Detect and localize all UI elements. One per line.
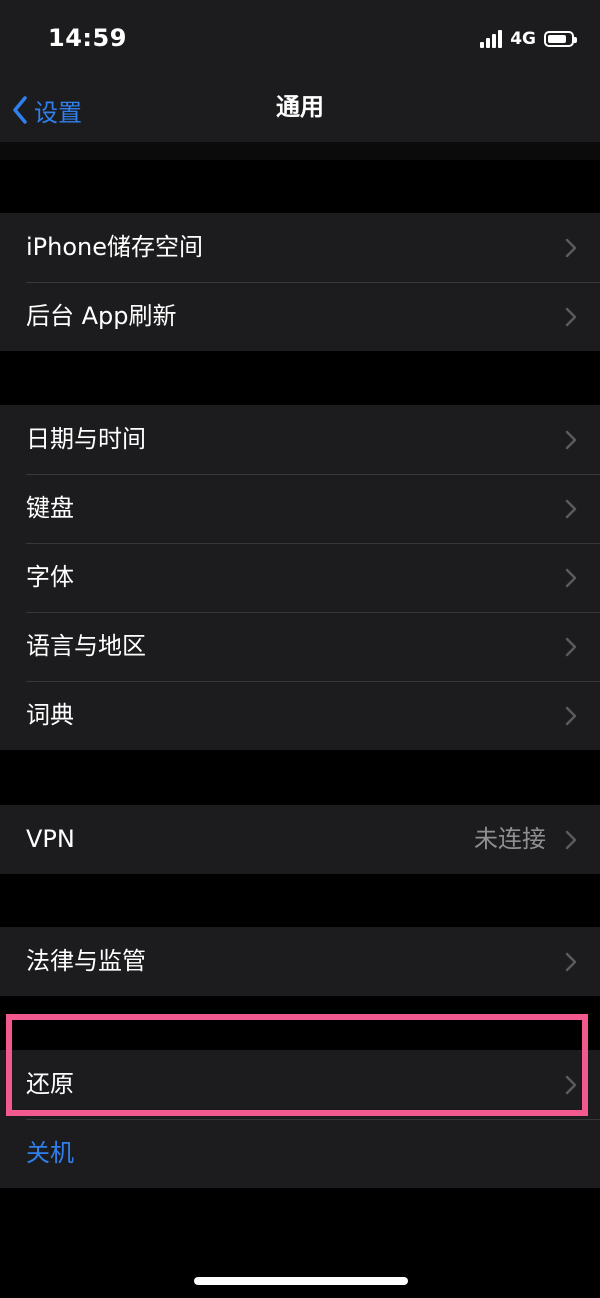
row-keyboard[interactable]: 键盘: [0, 474, 600, 543]
row-iphone-storage[interactable]: iPhone储存空间: [0, 213, 600, 282]
row-fonts[interactable]: 字体: [0, 543, 600, 612]
row-language-region[interactable]: 语言与地区: [0, 612, 600, 681]
status-time: 14:59: [48, 24, 127, 52]
signal-icon: [480, 30, 503, 48]
chevron-right-icon: [565, 430, 577, 450]
chevron-right-icon: [565, 499, 577, 519]
row-label: 还原: [26, 1070, 74, 1098]
nav-divider: [0, 142, 600, 160]
chevron-right-icon: [565, 952, 577, 972]
chevron-right-icon: [565, 706, 577, 726]
chevron-right-icon: [565, 1075, 577, 1095]
chevron-right-icon: [565, 637, 577, 657]
row-label: VPN: [26, 825, 75, 853]
settings-group-vpn: VPN 未连接: [0, 805, 600, 874]
row-label: 键盘: [26, 494, 74, 522]
home-indicator[interactable]: [194, 1277, 408, 1285]
chevron-right-icon: [565, 568, 577, 588]
chevron-right-icon: [565, 830, 577, 850]
settings-group-legal: 法律与监管: [0, 927, 600, 996]
row-label: 语言与地区: [26, 632, 146, 660]
row-shut-down[interactable]: 关机: [0, 1119, 600, 1188]
chevron-right-icon: [565, 238, 577, 258]
navigation-bar: 设置 通用: [0, 78, 600, 142]
row-label: 法律与监管: [26, 947, 146, 975]
status-bar: 14:59 4G: [0, 0, 600, 78]
row-background-app-refresh[interactable]: 后台 App刷新: [0, 282, 600, 351]
network-type: 4G: [510, 29, 536, 49]
battery-icon: [544, 31, 577, 47]
row-label: 日期与时间: [26, 425, 146, 453]
row-reset[interactable]: 还原: [0, 1050, 600, 1119]
settings-group-storage: iPhone储存空间 后台 App刷新: [0, 213, 600, 351]
row-dictionary[interactable]: 词典: [0, 681, 600, 750]
row-date-time[interactable]: 日期与时间: [0, 405, 600, 474]
settings-group-locale: 日期与时间 键盘 字体 语言与地区 词典: [0, 405, 600, 750]
row-vpn[interactable]: VPN 未连接: [0, 805, 600, 874]
row-label: 字体: [26, 563, 74, 591]
shut-down-link: 关机: [26, 1139, 74, 1167]
row-legal-regulatory[interactable]: 法律与监管: [0, 927, 600, 996]
settings-group-reset: 还原 关机: [0, 1050, 600, 1188]
row-label: iPhone储存空间: [26, 233, 204, 261]
row-label: 词典: [26, 701, 74, 729]
row-label: 后台 App刷新: [26, 302, 177, 330]
status-icons: 4G: [480, 28, 577, 50]
chevron-right-icon: [565, 307, 577, 327]
page-title: 通用: [276, 93, 324, 121]
vpn-status: 未连接: [474, 825, 546, 853]
